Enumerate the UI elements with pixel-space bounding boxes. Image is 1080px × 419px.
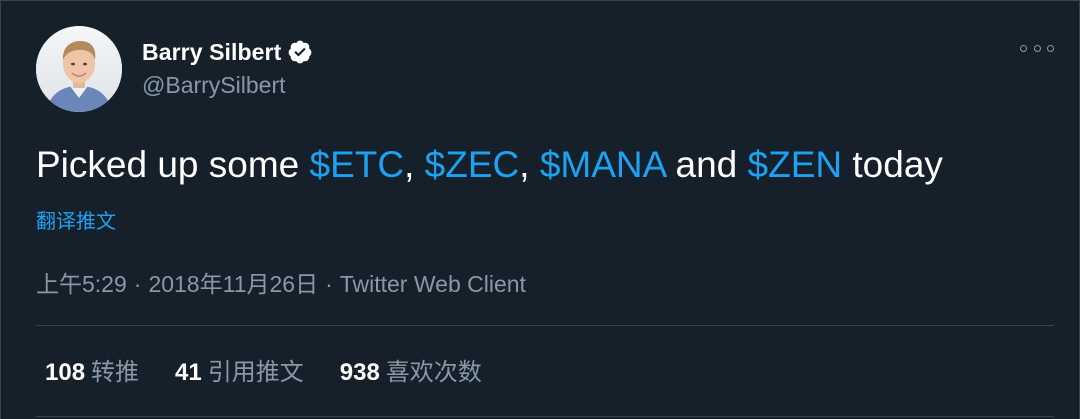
author-names: Barry Silbert @BarrySilbert bbox=[142, 38, 313, 99]
tweet-detail: Barry Silbert @BarrySilbert Picked up so… bbox=[36, 0, 1054, 419]
quotes-stat[interactable]: 41 引用推文 bbox=[175, 352, 304, 387]
tweet-date[interactable]: 2018年11月26日 bbox=[148, 271, 318, 297]
divider bbox=[36, 325, 1054, 326]
likes-count: 938 bbox=[339, 359, 380, 386]
divider bbox=[36, 416, 1054, 417]
tweet-text-part: Picked up some bbox=[36, 144, 310, 185]
cashtag-link[interactable]: $ETC bbox=[310, 144, 405, 185]
likes-label: 喜欢次数 bbox=[385, 359, 482, 386]
retweets-stat[interactable]: 108 转推 bbox=[45, 352, 139, 387]
likes-stat[interactable]: 938 喜欢次数 bbox=[340, 352, 482, 387]
tweet-source[interactable]: Twitter Web Client bbox=[340, 271, 526, 297]
display-name-row: Barry Silbert bbox=[142, 38, 313, 66]
tweet-text-part: and bbox=[665, 144, 748, 185]
tweet-text: Picked up some $ETC, $ZEC, $MANA and $ZE… bbox=[36, 143, 943, 187]
display-name[interactable]: Barry Silbert bbox=[142, 39, 281, 66]
handle[interactable]: @BarrySilbert bbox=[142, 72, 313, 99]
tweet-text-part: today bbox=[842, 144, 943, 185]
meta-separator: · bbox=[325, 271, 333, 297]
meta-separator: · bbox=[133, 271, 142, 297]
tweet-text-part: , bbox=[404, 144, 425, 185]
tweet-text-part: , bbox=[519, 144, 540, 185]
cashtag-link[interactable]: $MANA bbox=[540, 144, 665, 185]
tweet-stats: 108 转推 41 引用推文 938 喜欢次数 bbox=[45, 352, 518, 387]
cashtag-link[interactable]: $ZEC bbox=[425, 144, 520, 185]
avatar[interactable] bbox=[36, 26, 122, 112]
tweet-header: Barry Silbert @BarrySilbert bbox=[36, 26, 1054, 114]
tweet-metadata: 上午5:29 · 2018年11月26日 · Twitter Web Client bbox=[36, 265, 526, 299]
retweets-count: 108 bbox=[45, 359, 86, 386]
quotes-label: 引用推文 bbox=[207, 359, 304, 386]
translate-tweet-link[interactable]: 翻译推文 bbox=[36, 205, 116, 234]
retweets-label: 转推 bbox=[91, 359, 140, 386]
more-dot bbox=[1047, 44, 1054, 52]
more-dot bbox=[1033, 44, 1041, 52]
cashtag-link[interactable]: $ZEN bbox=[748, 144, 843, 185]
quotes-count: 41 bbox=[175, 359, 202, 386]
avatar-image bbox=[36, 26, 122, 112]
more-options-icon[interactable] bbox=[1020, 36, 1054, 60]
more-dot bbox=[1020, 44, 1027, 52]
tweet-time[interactable]: 上午5:29 bbox=[36, 271, 127, 297]
verified-badge-icon bbox=[288, 40, 312, 64]
